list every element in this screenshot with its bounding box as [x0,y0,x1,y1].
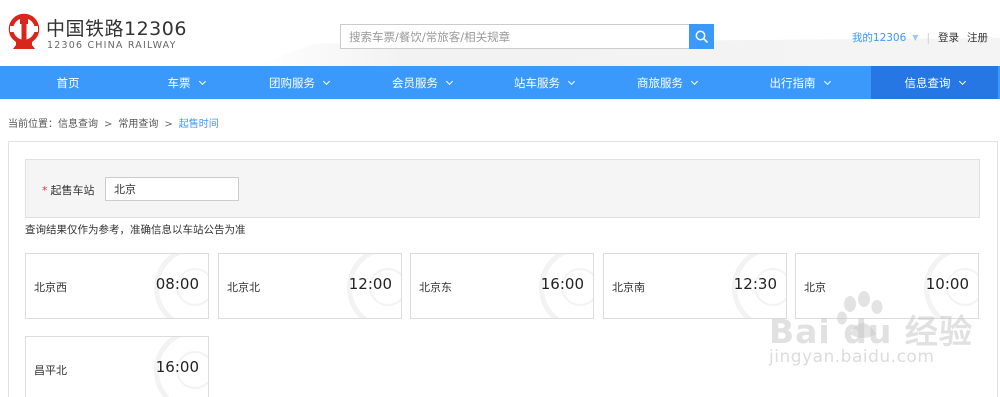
query-form: * 起售车站 [25,159,980,218]
sale-time: 16:00 [155,358,199,376]
breadcrumb-item-current: 起售时间 [178,119,219,130]
station-card: 北京北 12:00 [218,253,402,319]
required-mark: * [42,184,48,197]
nav-item-business-travel[interactable]: 商旅服务 [606,66,728,99]
nav-item-label: 商旅服务 [637,75,683,90]
site-header: 中国铁路12306 12306 CHINA RAILWAY 我的12306 ▼ … [0,0,1000,66]
search-button[interactable] [689,24,714,49]
nav-item-travel-guide[interactable]: 出行指南 [728,66,871,99]
chevron-down-icon [198,77,206,85]
nav-item-group-service[interactable]: 团购服务 [236,66,362,99]
chevron-down-icon [958,77,966,85]
station-field-label: * 起售车站 [42,182,95,198]
breadcrumb: 当前位置：信息查询 > 常用查询 > 起售时间 [8,115,219,130]
nav-item-station-service[interactable]: 站车服务 [482,66,606,99]
chevron-down-icon [690,77,699,85]
chevron-down-icon [567,77,576,85]
nav-item-home[interactable]: 首页 [0,66,136,99]
nav-item-label: 团购服务 [269,75,315,90]
chevron-down-icon [445,77,454,85]
nav-item-label: 车票 [167,75,191,90]
breadcrumb-separator: > [104,119,113,130]
station-card: 北京南 12:30 [603,253,787,319]
main-nav: 首页 车票 团购服务 会员服务 站车服务 商旅服务 出行指南 信息查询 [0,66,1000,99]
result-notice: 查询结果仅作为参考，准确信息以车站公告为准 [25,224,246,236]
nav-item-label: 信息查询 [904,75,951,90]
station-name: 北京南 [612,281,645,294]
station-name: 昌平北 [34,364,67,377]
sale-time: 10:00 [925,275,969,293]
account-links: 我的12306 ▼ | 登录 注册 [852,30,988,45]
search-input[interactable] [340,24,689,49]
breadcrumb-item-common-query[interactable]: 常用查询 [118,119,158,130]
sale-time: 12:00 [348,275,392,293]
nav-item-label: 站车服务 [514,75,560,90]
nav-item-label: 首页 [56,75,80,90]
content-panel: *起售车站 查询结果仅作为参考，准确信息以车站公告为准 北京西 08:00 北京… [8,141,998,397]
china-railway-logo-icon[interactable] [8,13,40,53]
station-card: 北京东 16:00 [410,253,594,319]
station-card: 北京西 08:00 [25,253,209,319]
station-card: 昌平北 16:00 [25,336,209,397]
station-label-text: 起售车站 [50,184,95,197]
divider: | [926,31,930,44]
breadcrumb-prefix: 当前位置： [8,119,58,130]
site-search [340,24,714,49]
brand-title[interactable]: 中国铁路12306 [46,14,187,41]
station-name: 北京 [804,281,826,294]
my-account-link[interactable]: 我的12306 [852,30,906,45]
nav-item-label: 出行指南 [769,75,816,90]
chevron-down-icon[interactable]: ▼ [912,33,918,42]
breadcrumb-item-info-query[interactable]: 信息查询 [58,119,98,130]
station-card: 北京 10:00 [795,253,979,319]
sale-time: 16:00 [540,275,584,293]
nav-item-info-query[interactable]: 信息查询 [871,66,998,99]
login-link[interactable]: 登录 [938,30,959,45]
nav-item-tickets[interactable]: 车票 [136,66,236,99]
chevron-down-icon [322,77,331,85]
sale-time: 12:30 [733,275,777,293]
breadcrumb-separator: > [164,119,173,130]
brand-subtitle: 12306 CHINA RAILWAY [47,40,177,51]
station-name: 北京北 [227,281,260,294]
station-name: 北京东 [419,281,452,294]
nav-item-member-service[interactable]: 会员服务 [362,66,482,99]
register-link[interactable]: 注册 [967,30,988,45]
nav-item-label: 会员服务 [392,75,438,90]
chevron-down-icon [823,77,831,85]
station-name: 北京西 [34,281,67,294]
station-input[interactable] [105,177,239,201]
search-icon [695,30,708,43]
sale-time: 08:00 [155,275,199,293]
